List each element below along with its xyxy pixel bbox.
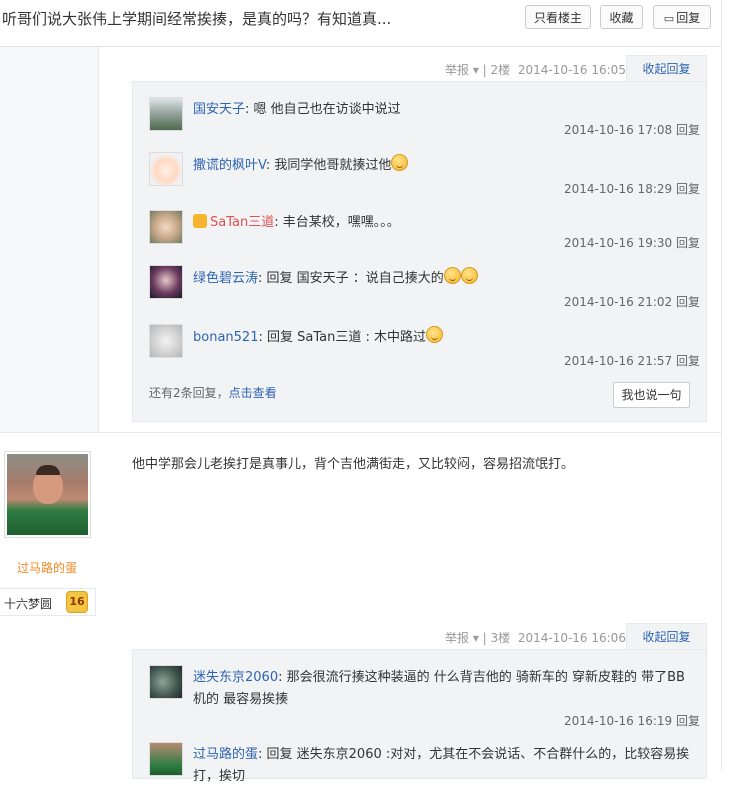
comment-line: 绿色碧云涛: 回复 国安天子 ：说自己揍大的 [193, 267, 693, 290]
comment-line: 迷失东京2060: 那会很流行揍这种装逼的 什么背吉他的 骑新车的 穿新皮鞋的 … [193, 670, 685, 707]
comment-user[interactable]: 撒谎的枫叶V [193, 158, 266, 173]
comment-reply-link[interactable]: 回复 [676, 354, 700, 368]
floor2-meta: 举报 ▾ | 2楼 2014-10-16 16:05 [445, 61, 626, 78]
comment-reply-link[interactable]: 回复 [676, 714, 700, 728]
collect-button[interactable]: 收藏 [600, 5, 643, 29]
angry-emoji-icon [443, 267, 461, 284]
thread-header: 听哥们说大张伟上学期间经常挨揍，是真的吗？有知道真... 只看楼主 收藏 ▭ 回复 [0, 0, 722, 47]
comment-user[interactable]: bonan521 [193, 330, 258, 345]
more-replies: 还有2条回复，点击查看 [149, 384, 277, 401]
angry-emoji-icon [460, 267, 478, 284]
post-time: 2014-10-16 16:06 [517, 631, 626, 645]
comment-line: 撒谎的枫叶V: 我同学他哥就揍过他 [193, 154, 693, 177]
thread-title: 听哥们说大张伟上学期间经常挨揍，是真的吗？有知道真... [2, 10, 392, 28]
author-name[interactable]: 过马路的蛋 [0, 559, 94, 576]
comment-text: 丰台某校，嘿嘿。。。 [282, 215, 400, 230]
comment-timestamp: 2014-10-16 21:57 [564, 354, 673, 368]
avatar[interactable] [149, 665, 183, 699]
comment-reply-link[interactable]: 回复 [676, 123, 700, 137]
level-badge-icon: 16 [66, 591, 88, 613]
comment-text: 嗯 他自己也在访谈中说过 [253, 102, 401, 117]
avatar[interactable] [149, 210, 183, 244]
vip-crown-icon [193, 214, 207, 228]
comment-time: 2014-10-16 19:30 回复 [564, 234, 700, 251]
post-content: 他中学那会儿老挨打是真事儿，背个吉他满街走，又比较闷，容易招流氓打。 [132, 457, 575, 472]
comment-line: 国安天子: 嗯 他自己也在访谈中说过 [193, 102, 401, 117]
comment-icon: ▭ [663, 12, 675, 25]
comment-user[interactable]: SaTan三道 [210, 215, 274, 230]
view-more-link[interactable]: 点击查看 [229, 386, 277, 400]
avatar[interactable] [149, 97, 183, 131]
floor3-meta: 举报 ▾ | 3楼 2014-10-16 16:06 [445, 629, 626, 646]
smile-emoji-icon [425, 326, 443, 343]
fold-replies-tab[interactable]: 收起回复 [626, 55, 707, 81]
smile-emoji-icon [391, 154, 409, 171]
caret-down-icon: ▾ [469, 631, 483, 645]
comment-time: 2014-10-16 21:57 回复 [564, 352, 700, 369]
comment-line: 过马路的蛋: 回复 迷失东京2060 :对对，尤其在不会说话、不合群什么的，比较… [193, 747, 690, 784]
comment-time: 2014-10-16 16:19 回复 [564, 712, 700, 729]
report-link[interactable]: 举报 [445, 63, 469, 77]
comment-time: 2014-10-16 21:02 回复 [564, 293, 700, 310]
floor2-comments: 国安天子: 嗯 他自己也在访谈中说过 2014-10-16 17:08 回复 撒… [132, 81, 707, 422]
author-photo [7, 454, 88, 535]
post-divider [0, 432, 722, 433]
comment-line: bonan521: 回复 SaTan三道 : 木中路过 [193, 326, 693, 349]
comment-reply-link[interactable]: 回复 [676, 295, 700, 309]
avatar[interactable] [149, 324, 183, 358]
avatar[interactable] [149, 265, 183, 299]
say-something-button[interactable]: 我也说一句 [613, 382, 690, 408]
avatar[interactable] [149, 152, 183, 186]
comment-timestamp: 2014-10-16 19:30 [564, 236, 673, 250]
floor2-author-column [0, 47, 99, 432]
only-host-button[interactable]: 只看楼主 [525, 5, 591, 29]
comment-time: 2014-10-16 18:29 回复 [564, 180, 700, 197]
comment-user[interactable]: 迷失东京2060 [193, 670, 278, 685]
comment-time: 2014-10-16 17:08 回复 [564, 121, 700, 138]
floor-number: | 3楼 [482, 631, 511, 645]
right-border [721, 0, 722, 771]
fold-replies-tab[interactable]: 收起回复 [626, 623, 707, 649]
reply-button-label: 回复 [676, 11, 701, 25]
comment-text: 回复 SaTan三道 : 木中路过 [266, 330, 426, 345]
post-time: 2014-10-16 16:05 [517, 63, 626, 77]
comment-text: 回复 迷失东京2060 :对对，尤其在不会说话、不合群什么的，比较容易挨打，挨切 [193, 747, 690, 784]
comment-user[interactable]: 绿色碧云涛 [193, 271, 258, 286]
comment-reply-link[interactable]: 回复 [676, 182, 700, 196]
comment-timestamp: 2014-10-16 18:29 [564, 182, 673, 196]
floor-number: | 2楼 [482, 63, 511, 77]
badge-name: 十六梦圆 [4, 597, 53, 611]
report-link[interactable]: 举报 [445, 631, 469, 645]
comment-line: SaTan三道: 丰台某校，嘿嘿。。。 [193, 212, 693, 234]
comment-reply-link[interactable]: 回复 [676, 236, 700, 250]
comment-timestamp: 2014-10-16 16:19 [564, 714, 673, 728]
member-badge[interactable]: 十六梦圆 16 [0, 588, 96, 616]
comment-timestamp: 2014-10-16 17:08 [564, 123, 673, 137]
comment-text: 我同学他哥就揍过他 [274, 158, 392, 173]
reply-button[interactable]: ▭ 回复 [653, 5, 711, 29]
more-replies-text: 还有2条回复， [149, 386, 229, 400]
floor3-comments: 迷失东京2060: 那会很流行揍这种装逼的 什么背吉他的 骑新车的 穿新皮鞋的 … [132, 649, 707, 784]
comment-text: 回复 国安天子 ：说自己揍大的 [266, 271, 444, 286]
caret-down-icon: ▾ [469, 63, 483, 77]
comment-user[interactable]: 过马路的蛋 [193, 747, 258, 762]
author-avatar[interactable] [4, 451, 91, 538]
comment-user[interactable]: 国安天子 [193, 102, 245, 117]
comment-timestamp: 2014-10-16 21:02 [564, 295, 673, 309]
